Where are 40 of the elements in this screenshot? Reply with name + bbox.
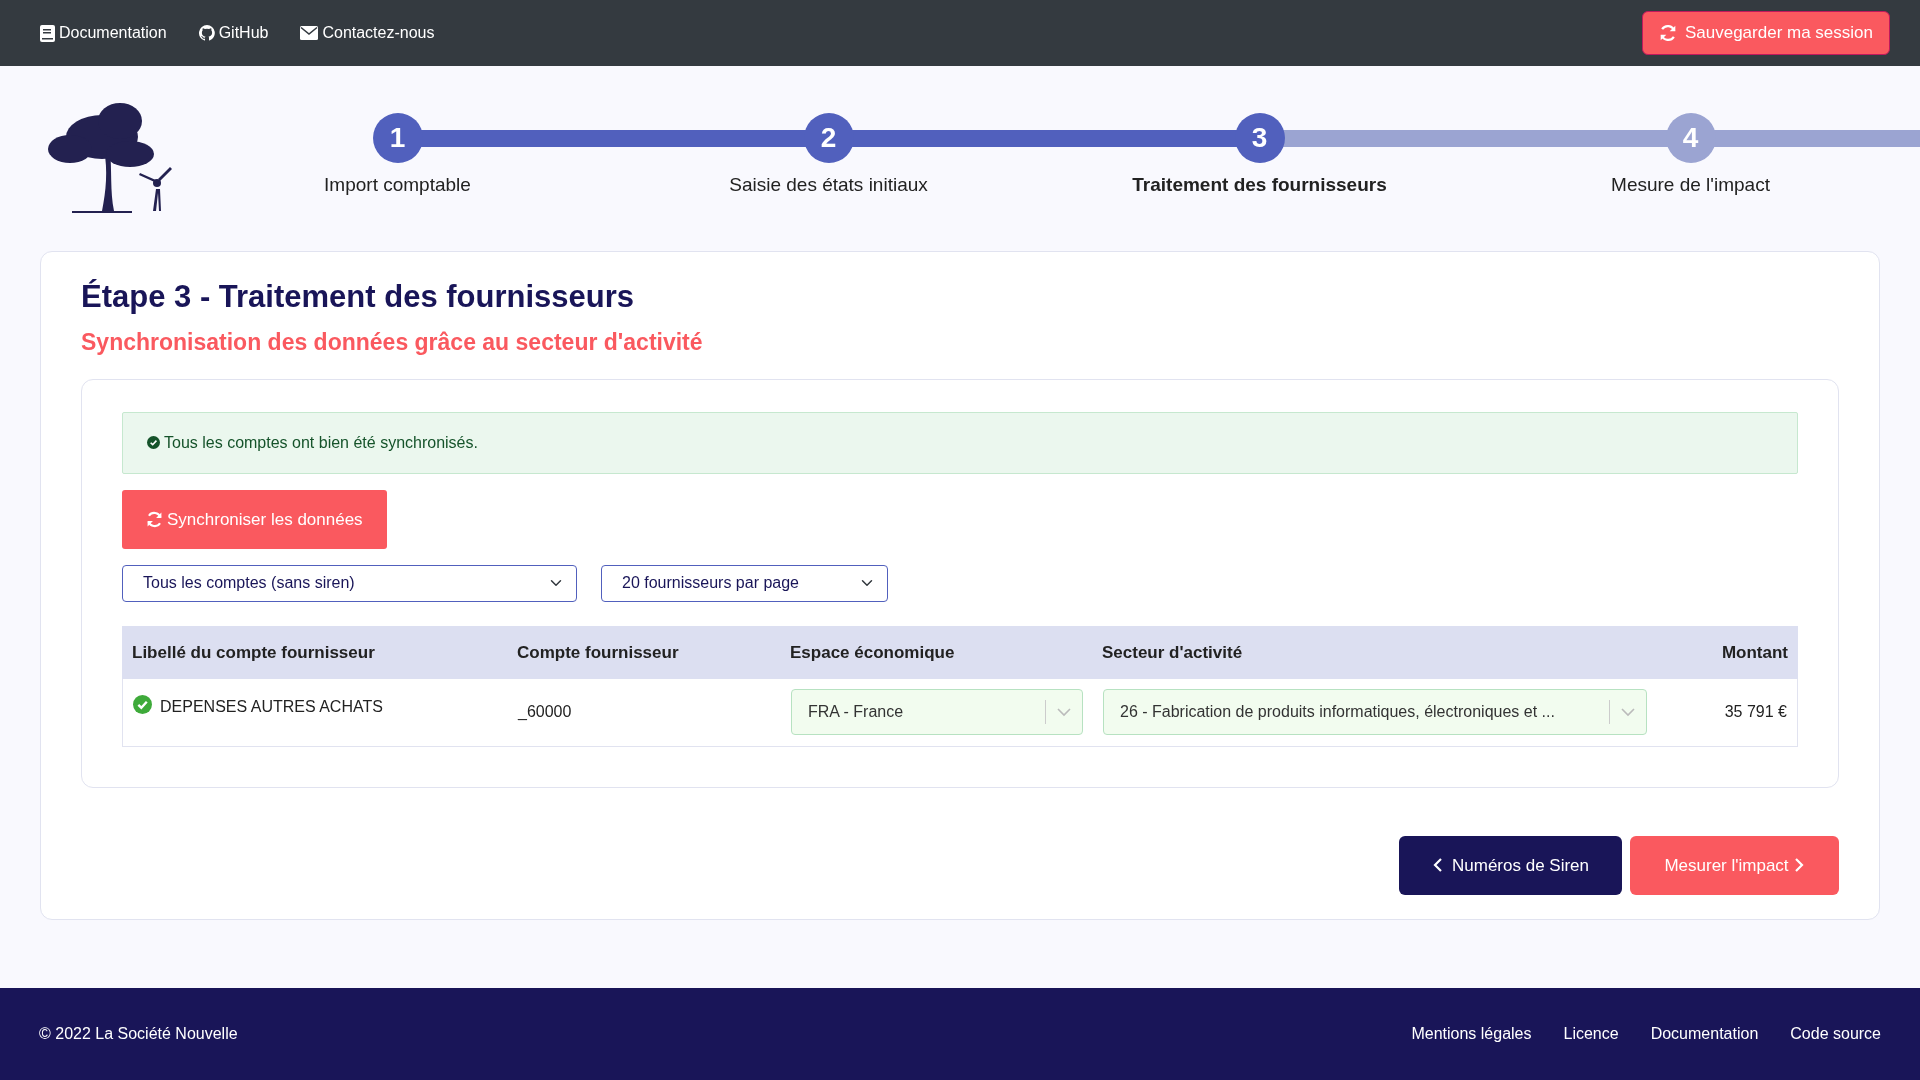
step-number: 1: [372, 113, 423, 163]
step-number: 4: [1665, 113, 1716, 163]
dropdown-field[interactable]: FRA - France: [791, 689, 1083, 736]
copyright-text: © 2022 La Société Nouvelle: [39, 1024, 238, 1044]
footer-link[interactable]: Code source: [1790, 1022, 1881, 1046]
nav-link[interactable]: GitHub: [198, 21, 269, 45]
table-cell-text: DEPENSES AUTRES ACHATS: [160, 696, 383, 717]
footer-link[interactable]: Documentation: [1650, 1022, 1759, 1046]
column-header: Montant: [1720, 641, 1789, 664]
back-button[interactable]: Numéros de Siren: [1399, 835, 1622, 895]
step-number: 2: [803, 113, 854, 163]
step-number: 3: [1234, 113, 1285, 163]
step-label: Traitement des fournisseurs: [1132, 173, 1387, 197]
github-icon: [198, 25, 215, 41]
table-cell-text: 35 791 €: [1723, 702, 1788, 723]
footer-link[interactable]: Mentions légales: [1411, 1022, 1532, 1046]
footer-link[interactable]: Licence: [1563, 1022, 1619, 1046]
page-title: Étape 3 - Traitement des fournisseurs: [81, 278, 635, 316]
filter-select[interactable]: 20 fournisseurs par page: [601, 564, 888, 602]
envelope-icon: [300, 26, 319, 40]
check-circle-icon: [147, 436, 160, 450]
book-icon: [40, 24, 55, 42]
sync-icon: [1658, 24, 1677, 42]
column-header: Secteur d'activité: [1102, 641, 1244, 664]
chevron-right-icon: [1792, 857, 1805, 874]
step-label: Saisie des états initiaux: [729, 173, 928, 197]
chevron-left-icon: [1432, 857, 1444, 874]
column-header: Libellé du compte fournisseur: [131, 641, 376, 664]
sync-icon: [146, 510, 163, 528]
step-label: Mesure de l'impact: [1611, 173, 1770, 197]
nav-link[interactable]: Contactez-nous: [300, 21, 435, 45]
column-header: Compte fournisseur: [517, 641, 680, 664]
dropdown-field[interactable]: 26 - Fabrication de produits informatiques, électroniques et ...: [1103, 689, 1647, 736]
table-cell-text: _60000: [518, 702, 573, 723]
alert-text: Tous les comptes ont bien été synchronisés.: [164, 432, 478, 453]
step-label: Import comptable: [324, 173, 471, 197]
filter-select[interactable]: Tous les comptes (sans siren): [122, 564, 577, 602]
nav-link[interactable]: Documentation: [40, 21, 167, 45]
section-subtitle: Synchronisation des données grâce au secteur d'activité: [81, 329, 704, 357]
column-header: Espace économique: [790, 641, 956, 664]
